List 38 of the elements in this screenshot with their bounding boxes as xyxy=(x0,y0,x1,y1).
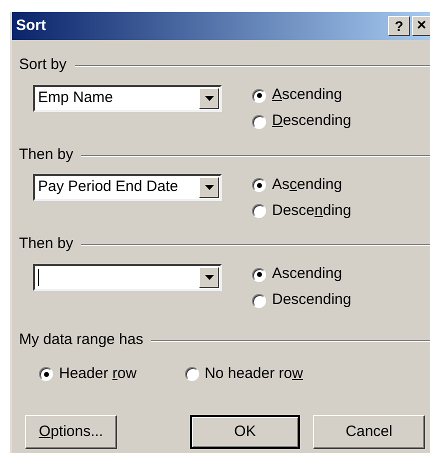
radio-option[interactable]: Ascending xyxy=(252,82,352,108)
group-label: Then by xyxy=(19,144,74,164)
radio-icon[interactable] xyxy=(39,367,53,381)
window-title: Sort xyxy=(16,16,47,36)
radio-option[interactable]: Descending xyxy=(252,108,352,134)
dropdown-arrow-button[interactable] xyxy=(199,266,219,288)
radio-icon[interactable] xyxy=(252,178,266,192)
radio-icon[interactable] xyxy=(252,268,266,282)
text-cursor-icon xyxy=(38,268,39,286)
radio-option[interactable]: No header row xyxy=(184,361,303,387)
radio-icon[interactable] xyxy=(252,88,266,102)
dropdown-field[interactable]: Pay Period End Date xyxy=(33,174,222,201)
dropdown-arrow-button[interactable] xyxy=(199,177,219,198)
dialog-button[interactable]: OK xyxy=(190,415,300,449)
dropdown-field[interactable] xyxy=(33,264,222,290)
radio-icon[interactable] xyxy=(184,367,199,381)
radio-icon[interactable] xyxy=(252,114,266,128)
radio-icon[interactable] xyxy=(252,294,266,308)
radio-option[interactable]: Ascending xyxy=(252,262,352,288)
dropdown-value: Emp Name xyxy=(37,88,114,108)
dialog-button[interactable]: Options... xyxy=(25,415,117,449)
group-label: Sort by xyxy=(19,55,67,75)
group-label: Then by xyxy=(19,234,74,254)
dropdown-arrow-button[interactable] xyxy=(199,88,219,108)
radio-option[interactable]: Descending xyxy=(252,198,352,224)
caret-icon xyxy=(204,96,214,100)
radio-option[interactable]: Header row xyxy=(39,361,137,387)
radio-option[interactable]: Ascending xyxy=(252,172,352,198)
close-button[interactable]: × xyxy=(412,16,430,36)
dropdown-value: Pay Period End Date xyxy=(37,177,180,198)
help-button[interactable]: ? xyxy=(388,16,410,36)
caret-icon xyxy=(204,185,214,190)
radio-option[interactable]: Descending xyxy=(252,288,352,314)
group-label: My data range has xyxy=(19,330,144,350)
caret-icon xyxy=(204,274,214,280)
radio-icon[interactable] xyxy=(252,204,266,218)
dropdown-field[interactable]: Emp Name xyxy=(33,84,222,112)
dialog-button[interactable]: Cancel xyxy=(313,415,425,449)
